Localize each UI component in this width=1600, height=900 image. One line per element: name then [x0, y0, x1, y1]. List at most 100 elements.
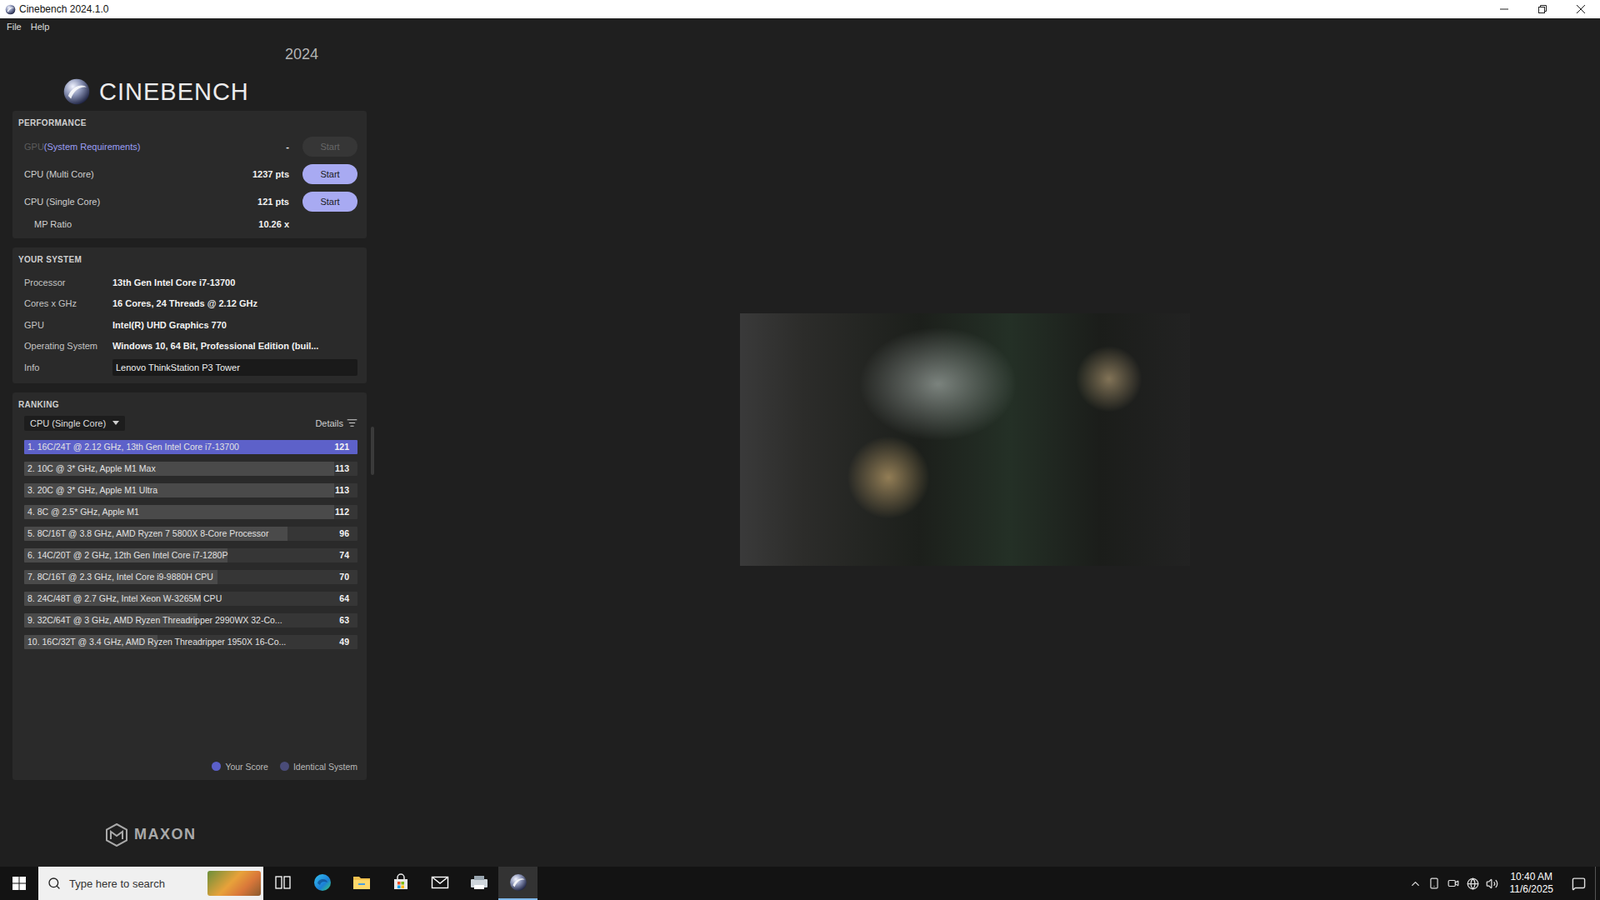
maxon-text: MAXON [134, 825, 197, 844]
system-value: 13th Gen Intel Core i7-13700 [112, 277, 358, 288]
ranking-header: CPU (Single Core) Details [18, 415, 358, 431]
tray-item[interactable] [1444, 877, 1464, 890]
cinebench-icon [509, 873, 528, 892]
screen: Cinebench 2024.1.0 File Help 2024CINEBENCH P… [0, 0, 1600, 900]
system-value: Windows 10, 64 Bit, Professional Edition… [112, 340, 358, 351]
test-row: CPU (Single Core)121 ptsStart [18, 187, 358, 215]
search-icon [47, 876, 61, 890]
ranking-score: 112 [335, 506, 350, 517]
system-label: Processor [24, 277, 113, 288]
performance-panel: PERFORMANCEGPU(System Requirements)-Star… [12, 110, 367, 239]
requirements-link[interactable]: (System Requirements) [44, 141, 141, 152]
store-icon [391, 873, 410, 892]
ranking-row[interactable]: 8. 24C/48T @ 2.7 GHz, Intel Xeon W-3265M… [24, 591, 358, 606]
ranking-row[interactable]: 1. 16C/24T @ 2.12 GHz, 13th Gen Intel Co… [24, 440, 358, 455]
tray-item[interactable] [1482, 877, 1502, 890]
tray-item[interactable] [1405, 877, 1425, 890]
close-icon [1576, 5, 1585, 14]
info-field[interactable]: Lenovo ThinkStation P3 Tower [112, 359, 358, 376]
ratio-label: MP Ratio [24, 219, 252, 230]
meet-icon[interactable] [1447, 877, 1460, 890]
show-desktop-button[interactable] [1595, 866, 1600, 900]
minimize-button[interactable] [1485, 0, 1524, 19]
main-area: 2024CINEBENCHPERFORMANCEGPU(System Requi… [0, 34, 1600, 867]
tray-item[interactable] [1463, 877, 1483, 890]
ranking-score: 64 [339, 593, 350, 604]
system-row: Cores x GHz16 Cores, 24 Threads @ 2.12 G… [18, 293, 358, 315]
ranking-row[interactable]: 6. 14C/20T @ 2 GHz, 12th Gen Intel Core … [24, 548, 358, 563]
panel-title: PERFORMANCE [18, 117, 358, 130]
ranking-label: 7. 8C/16T @ 2.3 GHz, Intel Core i9-9880H… [27, 571, 214, 582]
ranking-row[interactable]: 3. 20C @ 3* GHz, Apple M1 Ultra113 [24, 483, 358, 498]
system-row: InfoLenovo ThinkStation P3 Tower [18, 356, 358, 379]
search-box[interactable]: Type here to search [38, 866, 264, 900]
minimize-icon [1500, 5, 1509, 14]
ranking-row[interactable]: 7. 8C/16T @ 2.3 GHz, Intel Core i9-9880H… [24, 570, 358, 585]
window-title: Cinebench 2024.1.0 [19, 3, 109, 15]
app-icon [5, 4, 16, 15]
ranking-row[interactable]: 10. 16C/32T @ 3.4 GHz, AMD Ryzen Threadr… [24, 635, 358, 650]
chevron-up-icon[interactable] [1409, 877, 1422, 890]
test-name: CPU (Multi Core) [24, 169, 246, 180]
brand-area: MAXON [12, 780, 367, 868]
legend-dot [211, 761, 221, 771]
system-value: Intel(R) UHD Graphics 770 [112, 320, 358, 330]
clock[interactable]: 10:40 AM11/6/2025 [1501, 870, 1563, 896]
ranking-panel: RANKINGCPU (Single Core)Details1. 16C/24… [12, 392, 367, 780]
menu-item[interactable]: Help [30, 21, 50, 32]
taskbar-app[interactable] [263, 866, 303, 900]
system-row: GPUIntel(R) UHD Graphics 770 [18, 314, 358, 336]
mail-icon [430, 875, 450, 890]
taskbar-app[interactable] [498, 866, 538, 900]
ranking-score: 96 [339, 528, 350, 539]
splitter-grip[interactable] [370, 426, 375, 475]
details-button[interactable]: Details [315, 417, 358, 429]
network-icon[interactable] [1466, 877, 1480, 890]
test-row: CPU (Multi Core) 1237 pts Start [18, 160, 358, 188]
ranking-label: 4. 8C @ 2.5* GHz, Apple M1 [27, 506, 140, 517]
close-button[interactable] [1561, 0, 1600, 19]
taskbar-app[interactable] [302, 866, 342, 900]
system-label: Info [24, 362, 113, 373]
taskbar-app[interactable] [459, 866, 499, 900]
ranking-dropdown[interactable]: CPU (Single Core) [24, 415, 125, 431]
ranking-row[interactable]: 4. 8C @ 2.5* GHz, Apple M1 112 [24, 505, 358, 520]
taskbar-app[interactable] [341, 866, 381, 900]
test-score: - [285, 141, 290, 152]
ranking-row[interactable]: 2. 10C @ 3* GHz, Apple M1 Max113 [24, 461, 358, 476]
notification-button[interactable] [1561, 866, 1595, 900]
ranking-score: 74 [339, 550, 350, 560]
splitter[interactable] [366, 34, 379, 867]
restore-button[interactable] [1523, 0, 1562, 19]
taskbar: Type here to search 10:40 AM11/6/2025 [0, 866, 1600, 900]
start-button[interactable]: Start [302, 191, 358, 212]
test-name: CPU (Single Core) [24, 196, 251, 207]
volume-icon[interactable] [1485, 877, 1499, 890]
start-button[interactable] [0, 866, 39, 900]
ranking-row[interactable]: 5. 8C/16T @ 3.8 GHz, AMD Ryzen 7 5800X 8… [24, 526, 358, 541]
menu-item[interactable]: File [6, 21, 22, 32]
phone-icon[interactable] [1428, 877, 1440, 890]
taskbar-app[interactable] [420, 866, 460, 900]
legend-item: Identical System [280, 761, 358, 772]
sidebar: 2024CINEBENCHPERFORMANCEGPU(System Requi… [12, 34, 367, 867]
search-placeholder: Type here to search [69, 877, 165, 890]
notification-icon [1571, 876, 1586, 891]
system-value: 16 Cores, 24 Threads @ 2.12 GHz [112, 298, 358, 309]
system-list: Processor13th Gen Intel Core i7-13700 Cor… [18, 271, 358, 379]
start-button[interactable]: Start [302, 164, 358, 185]
render-stage [378, 34, 1600, 867]
test-row: GPU(System Requirements)-Start [18, 132, 358, 160]
ranking-label: 6. 14C/20T @ 2 GHz, 12th Gen Intel Core … [27, 550, 228, 560]
system-row: Operating SystemWindows 10, 64 Bit, Prof… [18, 335, 358, 358]
legend: Your ScoreIdentical System [18, 761, 358, 775]
ranking-label: 8. 24C/48T @ 2.7 GHz, Intel Xeon W-3265M… [27, 593, 222, 604]
ranking-label: 10. 16C/32T @ 3.4 GHz, AMD Ryzen Threadr… [27, 636, 286, 647]
tray-item[interactable] [1425, 877, 1445, 890]
ranking-row[interactable]: 9. 32C/64T @ 3 GHz, AMD Ryzen Threadripp… [24, 613, 358, 628]
logo-year: 2024 [285, 45, 367, 73]
taskbar-app[interactable] [380, 866, 420, 900]
logo: 2024CINEBENCH [12, 34, 367, 111]
test-score: 1237 pts [252, 169, 290, 180]
panel-title: YOUR SYSTEM [18, 254, 358, 266]
